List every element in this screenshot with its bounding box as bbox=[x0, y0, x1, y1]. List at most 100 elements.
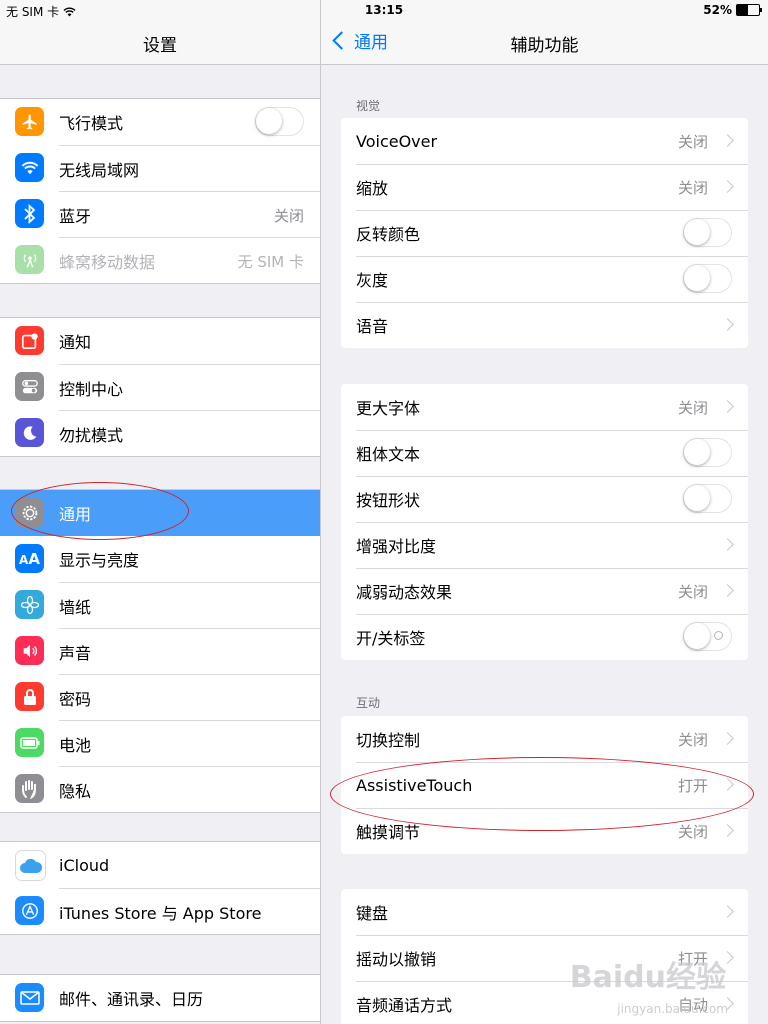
setting-row[interactable]: 更大字体 关闭 bbox=[341, 384, 748, 430]
setting-label: 开/关标签 bbox=[356, 629, 426, 648]
sidebar-item-label: 声音 bbox=[59, 644, 92, 663]
sidebar-item[interactable]: 无线局域网 bbox=[0, 145, 320, 191]
setting-value: 关闭 bbox=[677, 582, 708, 601]
chevron-right-icon bbox=[721, 180, 734, 193]
battery-percent: 52% bbox=[703, 3, 732, 17]
setting-label: VoiceOver bbox=[356, 131, 438, 151]
sidebar-item[interactable]: 飞行模式 bbox=[0, 99, 320, 145]
sidebar-item[interactable]: AA 显示与亮度 bbox=[0, 536, 320, 582]
sidebar-item-label: 隐私 bbox=[59, 782, 92, 801]
sidebar-item[interactable]: 通知 bbox=[0, 318, 320, 364]
setting-label: AssistiveTouch bbox=[356, 775, 473, 795]
watermark-logo: Baidu经验 bbox=[569, 960, 726, 995]
toggle-knob bbox=[684, 219, 710, 245]
setting-value: 关闭 bbox=[677, 178, 708, 197]
sidebar-item[interactable]: 控制中心 bbox=[0, 364, 320, 410]
chevron-right-icon bbox=[721, 400, 734, 413]
detail-title: 辅助功能 bbox=[510, 36, 579, 56]
setting-row[interactable]: 灰度 bbox=[341, 256, 748, 302]
setting-toggle[interactable] bbox=[683, 484, 732, 513]
sidebar-item-label: 蜂窝移动数据 bbox=[59, 253, 156, 272]
hand-icon bbox=[15, 774, 44, 803]
battery-icon bbox=[15, 728, 44, 757]
sidebar-item[interactable]: 墙纸 bbox=[0, 582, 320, 628]
section-header: 互动 bbox=[356, 696, 381, 710]
sidebar-item[interactable]: 勿扰模式 bbox=[0, 410, 320, 456]
wifi-icon bbox=[15, 153, 44, 182]
setting-label: 按钮形状 bbox=[356, 491, 421, 510]
sidebar-item[interactable]: 声音 bbox=[0, 628, 320, 674]
sidebar-item[interactable]: 电池 bbox=[0, 720, 320, 766]
sidebar-item-value: 关闭 bbox=[273, 206, 304, 225]
setting-label: 粗体文本 bbox=[356, 445, 421, 464]
chevron-right-icon bbox=[721, 584, 734, 597]
toggle-knob bbox=[684, 439, 710, 465]
setting-row[interactable]: 按钮形状 bbox=[341, 476, 748, 522]
airplane-icon bbox=[15, 107, 44, 136]
setting-toggle[interactable] bbox=[683, 622, 732, 651]
setting-toggle[interactable] bbox=[683, 438, 732, 467]
sidebar-item-label: iCloud bbox=[59, 855, 110, 875]
setting-row[interactable]: 键盘 bbox=[341, 889, 748, 935]
airplane-mode-toggle[interactable] bbox=[255, 107, 304, 136]
sidebar-item-label: 蓝牙 bbox=[59, 207, 92, 226]
sidebar-item[interactable]: 隐私 bbox=[0, 766, 320, 812]
chevron-right-icon bbox=[721, 905, 734, 918]
control-center-icon bbox=[15, 372, 44, 401]
setting-label: 键盘 bbox=[356, 904, 389, 923]
settings-group: 通用 AA 显示与亮度 墙纸声音密码电池隐私 bbox=[0, 489, 320, 813]
setting-row[interactable]: 反转颜色 bbox=[341, 210, 748, 256]
toggle-knob bbox=[256, 108, 282, 134]
settings-group: 飞行模式无线局域网蓝牙 关闭蜂窝移动数据 无 SIM 卡 bbox=[0, 98, 320, 284]
setting-row[interactable]: 触摸调节 关闭 bbox=[341, 808, 748, 854]
sidebar-item[interactable]: 蓝牙 关闭 bbox=[0, 191, 320, 237]
cloud-icon bbox=[15, 850, 46, 881]
setting-label: 更大字体 bbox=[356, 399, 421, 418]
toggle-knob bbox=[684, 485, 710, 511]
sidebar-item[interactable]: 蜂窝移动数据 无 SIM 卡 bbox=[0, 237, 320, 283]
sidebar-item[interactable]: 通用 bbox=[0, 490, 320, 536]
watermark-url: jingyan.baidu.com bbox=[617, 1002, 728, 1016]
chevron-right-icon bbox=[721, 134, 734, 147]
setting-row[interactable]: VoiceOver 关闭 bbox=[341, 118, 748, 164]
speaker-icon bbox=[15, 636, 44, 665]
sidebar-item-label: 飞行模式 bbox=[59, 114, 124, 133]
setting-value: 关闭 bbox=[677, 822, 708, 841]
setting-label: 灰度 bbox=[356, 271, 389, 290]
setting-value: 关闭 bbox=[677, 730, 708, 749]
setting-row[interactable]: 增强对比度 bbox=[341, 522, 748, 568]
sidebar-item[interactable]: iCloud bbox=[0, 842, 320, 888]
setting-row[interactable]: 切换控制 关闭 bbox=[341, 716, 748, 762]
bluetooth-icon bbox=[15, 199, 44, 228]
sidebar-title: 设置 bbox=[143, 36, 177, 56]
chevron-right-icon bbox=[721, 732, 734, 745]
sidebar-item[interactable]: 邮件、通讯录、日历 bbox=[0, 975, 320, 1021]
sidebar-item-label: 通知 bbox=[59, 333, 92, 352]
settings-group: 邮件、通讯录、日历 bbox=[0, 974, 320, 1022]
sidebar-item[interactable]: 密码 bbox=[0, 674, 320, 720]
setting-row[interactable]: 开/关标签 bbox=[341, 614, 748, 660]
moon-icon bbox=[15, 418, 44, 447]
setting-label: 缩放 bbox=[356, 179, 389, 198]
setting-row[interactable]: 语音 bbox=[341, 302, 748, 348]
setting-row[interactable]: 粗体文本 bbox=[341, 430, 748, 476]
off-label-icon bbox=[714, 631, 723, 640]
section-header: 视觉 bbox=[356, 99, 381, 113]
setting-value: 打开 bbox=[677, 776, 708, 795]
setting-toggle[interactable] bbox=[683, 218, 732, 247]
mail-icon bbox=[15, 983, 44, 1012]
chevron-right-icon bbox=[721, 538, 734, 551]
setting-label: 增强对比度 bbox=[356, 537, 437, 556]
setting-row[interactable]: 减弱动态效果 关闭 bbox=[341, 568, 748, 614]
toggle-knob bbox=[684, 623, 710, 649]
setting-row[interactable]: 缩放 关闭 bbox=[341, 164, 748, 210]
sidebar-item-label: 控制中心 bbox=[59, 380, 124, 399]
sidebar-item[interactable]: iTunes Store 与 App Store bbox=[0, 888, 320, 934]
settings-section: 切换控制 关闭 AssistiveTouch 打开 触摸调节 关闭 bbox=[341, 716, 748, 854]
setting-label: 切换控制 bbox=[356, 731, 421, 750]
setting-label: 音频通话方式 bbox=[356, 996, 453, 1015]
setting-row[interactable]: AssistiveTouch 打开 bbox=[341, 762, 748, 808]
setting-toggle[interactable] bbox=[683, 264, 732, 293]
notification-icon bbox=[15, 326, 44, 355]
sidebar-item-label: 电池 bbox=[59, 736, 92, 755]
